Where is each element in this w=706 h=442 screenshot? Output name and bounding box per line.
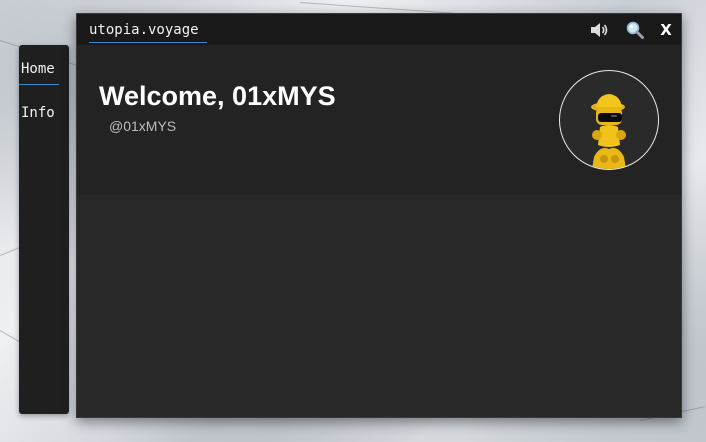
magnifier-icon [626,21,644,39]
sidebar-item-label: Info [21,105,55,121]
speaker-icon [591,23,608,37]
avatar [559,70,659,170]
sidebar-item-home[interactable]: Home [19,57,69,85]
sidebar: Home Info [19,45,69,414]
main-window: utopia.voyage X Welcome, 01xMYS @01xMYS [76,13,682,418]
title-bar: utopia.voyage X [77,14,681,45]
profile-header: Welcome, 01xMYS @01xMYS [77,45,681,195]
sound-button[interactable] [588,19,610,41]
user-handle: @01xMYS [109,118,177,134]
close-button[interactable]: X [655,19,677,41]
window-title: utopia.voyage [89,22,199,38]
title-underline [89,42,207,43]
sidebar-item-info[interactable]: Info [19,101,69,129]
welcome-heading: Welcome, 01xMYS [99,81,336,111]
search-button[interactable] [624,19,646,41]
avatar-icon [591,94,626,169]
sidebar-item-label: Home [21,61,55,77]
